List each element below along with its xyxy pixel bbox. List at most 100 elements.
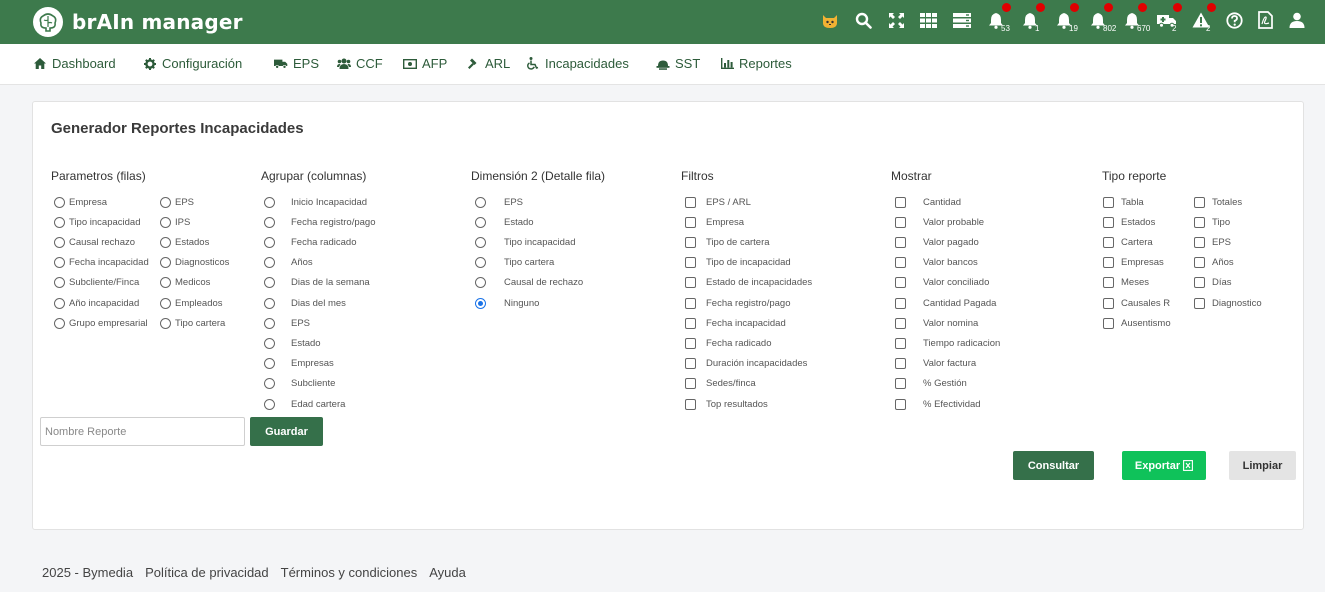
nav-item-eps[interactable]: EPS [274, 56, 319, 71]
checkbox[interactable] [685, 297, 696, 309]
radio-option[interactable]: Medicos [160, 276, 210, 290]
checkbox-option[interactable]: % Gestión [895, 377, 967, 391]
search-icon[interactable] [853, 10, 873, 30]
checkbox[interactable] [895, 277, 906, 289]
radio-button[interactable] [475, 297, 486, 309]
pdf-file-icon[interactable] [1255, 10, 1275, 30]
checkbox-option[interactable]: Tipo de cartera [685, 235, 770, 249]
query-button[interactable]: Consultar [1013, 451, 1094, 480]
checkbox-option[interactable]: Cantidad [895, 195, 961, 209]
nav-item-sst[interactable]: SST [656, 56, 700, 71]
footer-terms-link[interactable]: Términos y condiciones [281, 565, 418, 580]
checkbox[interactable] [1103, 317, 1114, 329]
radio-button[interactable] [54, 317, 65, 329]
radio-button[interactable] [264, 398, 275, 410]
radio-button[interactable] [54, 297, 65, 309]
radio-button[interactable] [160, 196, 171, 208]
export-button[interactable]: Exportar [1122, 451, 1206, 480]
checkbox[interactable] [685, 236, 696, 248]
server-icon[interactable] [952, 10, 972, 30]
checkbox-option[interactable]: Empresas [1103, 256, 1164, 270]
checkbox-option[interactable]: Valor factura [895, 357, 976, 371]
radio-option[interactable]: EPS [475, 195, 523, 209]
radio-button[interactable] [54, 257, 65, 269]
checkbox[interactable] [685, 317, 696, 329]
checkbox-option[interactable]: Cartera [1103, 235, 1153, 249]
radio-button[interactable] [264, 257, 275, 269]
radio-option[interactable]: Fecha radicado [264, 235, 356, 249]
checkbox-option[interactable]: Tipo [1194, 215, 1230, 229]
checkbox[interactable] [685, 378, 696, 390]
app-logo[interactable]: brAIn manager [33, 6, 243, 38]
radio-button[interactable] [475, 196, 486, 208]
radio-option[interactable]: Tipo incapacidad [54, 215, 140, 229]
checkbox-option[interactable]: Causales R [1103, 296, 1170, 310]
radio-button[interactable] [475, 277, 486, 289]
radio-option[interactable]: Años [264, 256, 313, 270]
checkbox-option[interactable]: Valor conciliado [895, 276, 989, 290]
checkbox[interactable] [685, 337, 696, 349]
radio-button[interactable] [54, 196, 65, 208]
radio-button[interactable] [160, 257, 171, 269]
radio-button[interactable] [160, 317, 171, 329]
radio-option[interactable]: EPS [264, 316, 310, 330]
bell-icon[interactable]: 802 [1088, 3, 1116, 33]
checkbox[interactable] [1103, 196, 1114, 208]
radio-option[interactable]: Empresas [264, 357, 334, 371]
checkbox[interactable] [685, 257, 696, 269]
footer-help-link[interactable]: Ayuda [429, 565, 466, 580]
radio-button[interactable] [264, 317, 275, 329]
checkbox-option[interactable]: Cantidad Pagada [895, 296, 996, 310]
checkbox[interactable] [1194, 196, 1205, 208]
checkbox[interactable] [1103, 277, 1114, 289]
clear-button[interactable]: Limpiar [1229, 451, 1296, 480]
checkbox[interactable] [895, 398, 906, 410]
report-name-input[interactable] [40, 417, 245, 446]
checkbox[interactable] [895, 216, 906, 228]
radio-button[interactable] [475, 257, 486, 269]
radio-button[interactable] [264, 196, 275, 208]
checkbox-option[interactable]: Estados [1103, 215, 1155, 229]
radio-option[interactable]: Estado [475, 215, 534, 229]
checkbox-option[interactable]: EPS / ARL [685, 195, 751, 209]
checkbox[interactable] [685, 358, 696, 370]
radio-option[interactable]: Subcliente/Finca [54, 276, 139, 290]
checkbox-option[interactable]: Top resultados [685, 397, 768, 411]
bell-icon[interactable]: 19 [1054, 3, 1079, 33]
radio-button[interactable] [264, 297, 275, 309]
checkbox-option[interactable]: Tabla [1103, 195, 1144, 209]
radio-option[interactable]: Tipo cartera [475, 256, 554, 270]
radio-option[interactable]: Dias del mes [264, 296, 346, 310]
bell-icon[interactable]: 53 [986, 3, 1011, 33]
checkbox-option[interactable]: Días [1194, 276, 1232, 290]
radio-option[interactable]: Grupo empresarial [54, 316, 148, 330]
checkbox[interactable] [1103, 236, 1114, 248]
checkbox-option[interactable]: Fecha incapacidad [685, 316, 786, 330]
checkbox-option[interactable]: EPS [1194, 235, 1231, 249]
radio-button[interactable] [264, 337, 275, 349]
radio-button[interactable] [264, 378, 275, 390]
radio-option[interactable]: Fecha incapacidad [54, 256, 149, 270]
checkbox-option[interactable]: Valor probable [895, 215, 984, 229]
checkbox[interactable] [685, 216, 696, 228]
checkbox[interactable] [895, 378, 906, 390]
radio-button[interactable] [160, 236, 171, 248]
radio-option[interactable]: Subcliente [264, 377, 335, 391]
radio-option[interactable]: Empresa [54, 195, 107, 209]
footer-privacy-link[interactable]: Política de privacidad [145, 565, 269, 580]
checkbox[interactable] [1194, 236, 1205, 248]
checkbox[interactable] [895, 317, 906, 329]
ambulance-icon[interactable]: 2 [1157, 3, 1182, 33]
radio-option[interactable]: Tipo cartera [160, 316, 225, 330]
checkbox[interactable] [685, 398, 696, 410]
checkbox-option[interactable]: Duración incapacidades [685, 357, 807, 371]
radio-button[interactable] [264, 277, 275, 289]
help-icon[interactable] [1224, 10, 1244, 30]
bell-icon[interactable]: 1 [1020, 3, 1045, 33]
checkbox[interactable] [1194, 257, 1205, 269]
checkbox[interactable] [1103, 257, 1114, 269]
nav-item-dashboard[interactable]: Dashboard [33, 56, 116, 71]
checkbox-option[interactable]: Años [1194, 256, 1234, 270]
radio-option[interactable]: Dias de la semana [264, 276, 370, 290]
checkbox-option[interactable]: Sedes/finca [685, 377, 756, 391]
